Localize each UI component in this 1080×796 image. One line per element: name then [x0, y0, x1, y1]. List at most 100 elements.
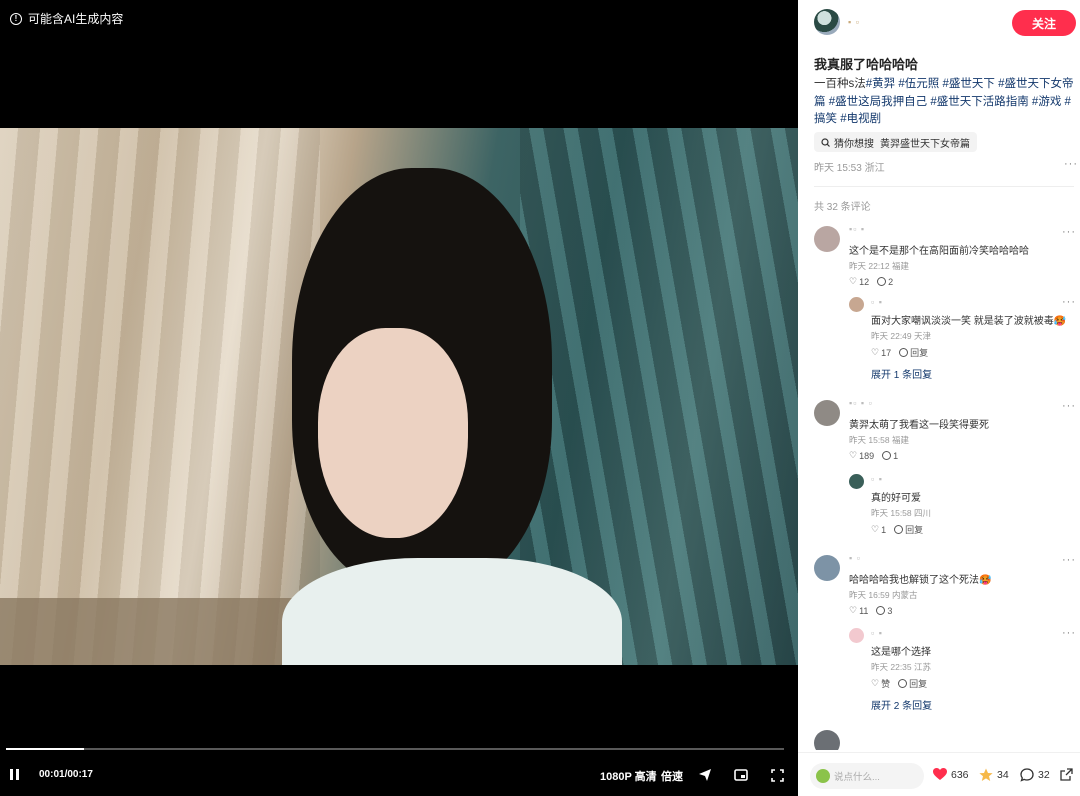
- comment-total: 32: [1038, 769, 1050, 781]
- reply-reply-button[interactable]: 回复: [894, 523, 923, 536]
- comment-reply-button[interactable]: 2: [877, 276, 893, 287]
- comment-item: ▪ ▫ 哈哈哈哈我也解锁了这个死法🥵 昨天 16:59 内蒙古 ♡ 11 3: [814, 551, 1076, 619]
- comment-more-button[interactable]: ···: [1062, 554, 1076, 566]
- comment-reply-button[interactable]: 1: [882, 450, 898, 461]
- fullscreen-icon[interactable]: [769, 767, 785, 783]
- divider: [814, 186, 1074, 187]
- avatar[interactable]: [849, 297, 864, 312]
- speed-button[interactable]: 倍速: [661, 768, 683, 784]
- heart-icon: ♡: [871, 347, 880, 357]
- search-suggestion-keyword: 黄羿盛世天下女帝篇: [880, 138, 970, 150]
- reply-more-button[interactable]: ···: [1062, 627, 1076, 639]
- comment-text: 这个是不是那个在高阳面前冷笑哈哈哈哈: [849, 246, 1029, 257]
- commenter-name-blurred[interactable]: ▪▫ ▪ ▫: [849, 398, 873, 408]
- avatar[interactable]: [814, 730, 840, 750]
- reply-more-button[interactable]: ···: [1062, 296, 1076, 308]
- avatar[interactable]: [814, 555, 840, 581]
- reply-item: ▫ ▪ 真的好可爱 昨天 15:58 四川 ♡ 1 回复: [849, 472, 1059, 538]
- comment-icon: [1020, 768, 1034, 782]
- heart-icon: ♡: [849, 605, 858, 615]
- comment-meta: 昨天 22:12 福建: [849, 261, 909, 271]
- comment-more-button[interactable]: ···: [1062, 226, 1076, 238]
- heart-icon: [933, 768, 947, 780]
- comment-icon: [877, 277, 887, 286]
- search-suggestion-label: 猜你想搜: [834, 138, 874, 150]
- share-icon: [1060, 768, 1073, 781]
- replier-name-blurred[interactable]: ▫ ▪: [871, 628, 883, 638]
- comment-more-button[interactable]: ···: [1062, 400, 1076, 412]
- comment-input[interactable]: 说点什么...: [810, 763, 924, 789]
- post-body-text: 一百种s法: [814, 78, 866, 90]
- comment-icon: [876, 606, 886, 615]
- comment-count: 共 32 条评论: [814, 202, 871, 213]
- avatar[interactable]: [814, 226, 840, 252]
- commenter-name-blurred[interactable]: ▪ ▫: [849, 553, 861, 563]
- follow-button[interactable]: 关注: [1012, 10, 1076, 36]
- avatar[interactable]: [849, 628, 864, 643]
- hashtag-link[interactable]: #电视剧: [840, 113, 881, 125]
- post-meta: 昨天 15:53 浙江: [814, 163, 885, 174]
- reply-like-button[interactable]: ♡ 1: [871, 523, 886, 536]
- heart-icon: ♡: [849, 276, 858, 286]
- comment-icon: [899, 348, 909, 357]
- expand-replies-link[interactable]: 展开 2 条回复: [871, 697, 932, 712]
- player-controls: 00:01/00:17 1080P 高清 倍速: [0, 760, 798, 790]
- hashtag-link[interactable]: #游戏: [1032, 96, 1061, 108]
- reply-like-button[interactable]: ♡ 17: [871, 346, 891, 359]
- collect-button[interactable]: 34: [979, 768, 1009, 782]
- like-button[interactable]: 636: [933, 768, 969, 781]
- search-icon: [821, 137, 830, 147]
- comment-like-button[interactable]: ♡ 11: [849, 605, 868, 616]
- heart-icon: ♡: [871, 678, 880, 688]
- comment-button[interactable]: 32: [1020, 768, 1050, 782]
- reply-like-button[interactable]: ♡ 赞: [871, 677, 890, 690]
- like-count: 636: [951, 768, 969, 781]
- ai-notice-text: 可能含AI生成内容: [28, 12, 124, 26]
- hashtag-link[interactable]: #盛世天下活路指南: [930, 96, 1028, 108]
- replier-name-blurred[interactable]: ▫ ▪: [871, 297, 883, 307]
- hashtag-link[interactable]: #黄羿: [866, 78, 895, 90]
- hashtag-link[interactable]: #伍元照: [898, 78, 939, 90]
- heart-icon: ♡: [871, 524, 880, 534]
- pip-icon[interactable]: [733, 767, 749, 783]
- post-more-button[interactable]: ···: [1064, 158, 1078, 170]
- search-suggestion[interactable]: 猜你想搜 黄羿盛世天下女帝篇: [814, 132, 977, 152]
- expand-replies-link[interactable]: 展开 1 条回复: [871, 366, 932, 381]
- author-name-blurred[interactable]: ▪ ▫: [848, 17, 860, 27]
- comment-item: [814, 726, 1076, 750]
- reply-text: 这是哪个选择: [871, 647, 931, 658]
- collect-count: 34: [997, 769, 1009, 781]
- commenter-name-blurred[interactable]: ▪▫ ▪: [849, 224, 865, 234]
- comment-like-button[interactable]: ♡ 12: [849, 276, 869, 287]
- info-icon: !: [10, 12, 22, 25]
- reply-meta: 昨天 15:58 四川: [871, 508, 931, 518]
- avatar[interactable]: [814, 9, 840, 35]
- hashtag-link[interactable]: #盛世天下: [942, 78, 994, 90]
- comment-item: ▪▫ ▪ ▫ 黄羿太萌了我看这一段笑得要死 昨天 15:58 福建 ♡ 189 1: [814, 396, 1076, 464]
- author-info[interactable]: ▪ ▫: [814, 9, 860, 35]
- comment-reply-button[interactable]: 3: [876, 605, 892, 616]
- video-player[interactable]: ! 可能含AI生成内容 00:01/00:17 1080P 高清 倍速: [0, 0, 798, 796]
- share-button[interactable]: [1060, 768, 1073, 781]
- comment-meta: 昨天 15:58 福建: [849, 435, 909, 445]
- video-frame[interactable]: [0, 128, 798, 665]
- avatar[interactable]: [849, 474, 864, 489]
- comment-icon: [882, 451, 892, 460]
- replier-name-blurred[interactable]: ▫ ▪: [871, 474, 883, 484]
- emoji-icon: [816, 769, 830, 783]
- hashtag-link[interactable]: #盛世这局我押自己: [829, 96, 927, 108]
- reply-reply-button[interactable]: 回复: [899, 346, 928, 359]
- progress-fill: [6, 748, 84, 750]
- progress-bar[interactable]: [6, 748, 784, 750]
- quality-button[interactable]: 1080P 高清: [600, 768, 657, 784]
- share-plane-icon[interactable]: [697, 767, 713, 783]
- avatar[interactable]: [814, 400, 840, 426]
- comment-text: 黄羿太萌了我看这一段笑得要死: [849, 420, 989, 431]
- reply-meta: 昨天 22:35 江苏: [871, 662, 931, 672]
- comment-meta: 昨天 16:59 内蒙古: [849, 590, 918, 600]
- pause-icon[interactable]: [10, 769, 20, 780]
- comment-like-button[interactable]: ♡ 189: [849, 450, 874, 461]
- comment-icon: [898, 679, 908, 688]
- reply-reply-button[interactable]: 回复: [898, 677, 927, 690]
- bottom-action-bar: 说点什么... 636 34 32: [798, 752, 1080, 796]
